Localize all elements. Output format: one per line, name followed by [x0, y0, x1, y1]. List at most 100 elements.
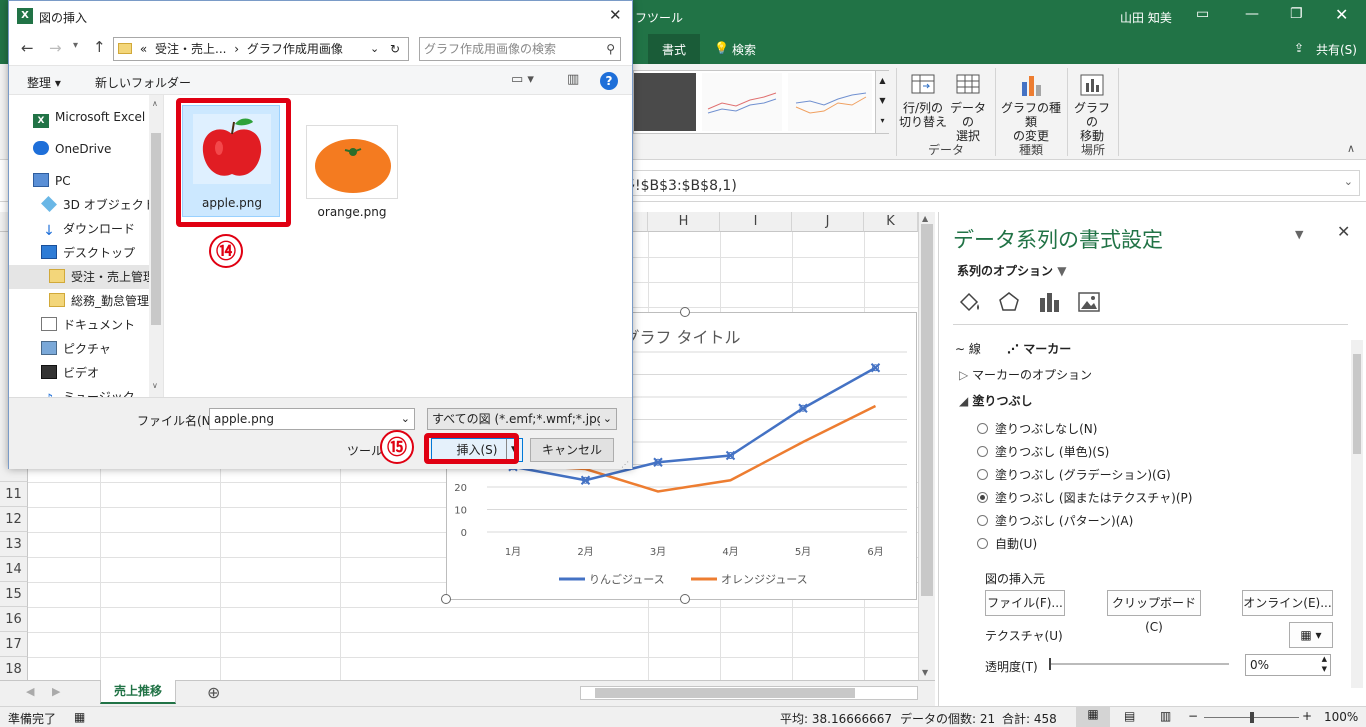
tree-item[interactable]: 3D オブジェクト	[9, 193, 155, 217]
row-header-14[interactable]: 14	[0, 557, 28, 582]
scroll-up-arrow[interactable]: ▲	[922, 214, 928, 223]
pane-close-icon[interactable]: ✕	[1337, 222, 1350, 241]
fill-option-radio[interactable]: 塗りつぶし (パターン)(A)	[977, 512, 1133, 529]
path-segment-2[interactable]: グラフ作成用画像	[247, 42, 343, 56]
fill-option-radio[interactable]: 塗りつぶしなし(N)	[977, 420, 1097, 437]
vertical-scrollbar[interactable]: ▲ ▼	[918, 212, 935, 684]
dialog-search-input[interactable]: グラフ作成用画像の検索 ⚲	[419, 37, 621, 61]
up-arrow-icon[interactable]: ↑	[93, 38, 106, 56]
filetype-select[interactable]: すべての図 (*.emf;*.wmf;*.jpg;*.jp ⌄	[427, 408, 617, 430]
macro-record-icon[interactable]: ▦	[74, 710, 85, 724]
next-sheet-icon[interactable]: ▶	[52, 685, 60, 698]
tree-item[interactable]: ドキュメント	[9, 313, 155, 337]
fill-option-radio[interactable]: 塗りつぶし (図またはテクスチャ)(P)	[977, 489, 1192, 506]
column-header-k[interactable]: K	[864, 212, 918, 232]
tree-scroll-up[interactable]: ∧	[152, 99, 158, 108]
pane-scrollbar[interactable]	[1351, 340, 1363, 688]
fill-option-radio[interactable]: 自動(U)	[977, 535, 1037, 552]
move-chart-button[interactable]: グラフの 移動	[1070, 72, 1114, 143]
column-header-i[interactable]: I	[720, 212, 792, 232]
status-count[interactable]: データの個数: 21	[900, 710, 995, 727]
ribbon-display-icon[interactable]: ▭	[1196, 6, 1209, 22]
spinner-icon[interactable]: ▲ ▼	[1322, 655, 1327, 674]
collapse-ribbon-icon[interactable]: ∧	[1347, 142, 1355, 155]
zoom-in-icon[interactable]: +	[1302, 709, 1312, 723]
new-folder-button[interactable]: 新しいフォルダー	[95, 74, 191, 91]
transparency-input[interactable]: 0% ▲ ▼	[1245, 654, 1331, 676]
filetype-dropdown-icon[interactable]: ⌄	[603, 409, 612, 429]
row-header-11[interactable]: 11	[0, 482, 28, 507]
radio-icon[interactable]	[977, 469, 988, 480]
help-icon[interactable]: ?	[600, 72, 618, 90]
row-header-17[interactable]: 17	[0, 632, 28, 657]
path-segment-1[interactable]: 受注・売上...	[155, 42, 226, 56]
fill-section[interactable]: ◢ 塗りつぶし	[959, 392, 1033, 409]
tree-scroll-thumb[interactable]	[151, 133, 161, 325]
zoom-slider[interactable]	[1204, 712, 1299, 723]
filename-dropdown-icon[interactable]: ⌄	[401, 409, 410, 429]
chart-style-line-2[interactable]	[788, 73, 872, 131]
chart-resize-handle-bottom-left[interactable]	[441, 594, 451, 604]
pane-options-icon[interactable]: ▼	[1295, 228, 1303, 241]
zoom-thumb[interactable]	[1250, 712, 1254, 723]
tree-scrollbar[interactable]: ∧ ∨	[149, 95, 163, 397]
tree-item[interactable]: ビデオ	[9, 361, 155, 385]
radio-icon[interactable]	[977, 423, 988, 434]
chart-resize-handle-top[interactable]	[680, 307, 690, 317]
address-bar[interactable]: « 受注・売上... › グラフ作成用画像 ⌄ ↻	[113, 37, 409, 61]
view-options-icon[interactable]: ▭ ▾	[511, 72, 534, 87]
series-options-tab[interactable]	[1037, 290, 1061, 317]
chart-style-line[interactable]	[702, 73, 782, 131]
path-overflow[interactable]: «	[140, 42, 147, 56]
scroll-thumb[interactable]	[921, 224, 933, 596]
back-arrow-icon[interactable]: ←	[21, 39, 34, 57]
fill-option-radio[interactable]: 塗りつぶし (単色)(S)	[977, 443, 1109, 460]
select-data-button[interactable]: データの 選択	[946, 72, 990, 143]
tree-item[interactable]: OneDrive	[9, 137, 155, 161]
h-scroll-thumb[interactable]	[595, 688, 855, 698]
chart-resize-handle-bottom[interactable]	[680, 594, 690, 604]
page-break-icon[interactable]: ▥	[1160, 709, 1171, 723]
online-button[interactable]: オンライン(E)...	[1242, 590, 1333, 616]
switch-row-column-button[interactable]: 行/列の 切り替え	[899, 72, 947, 129]
user-name[interactable]: 山田 知美	[1120, 9, 1172, 26]
row-header-18[interactable]: 18	[0, 657, 28, 682]
horizontal-scrollbar[interactable]	[580, 686, 918, 700]
file-item-orange[interactable]	[306, 125, 398, 199]
radio-icon[interactable]	[977, 538, 988, 549]
normal-view-icon[interactable]: ▦	[1076, 707, 1110, 727]
forward-arrow-icon[interactable]: →	[49, 39, 62, 57]
clipboard-button[interactable]: クリップボード(C)	[1107, 590, 1201, 634]
tree-item[interactable]: X Microsoft Excel	[9, 105, 155, 129]
row-header-12[interactable]: 12	[0, 507, 28, 532]
row-header-15[interactable]: 15	[0, 582, 28, 607]
page-layout-icon[interactable]: ▤	[1124, 709, 1135, 723]
column-header-j[interactable]: J	[792, 212, 864, 232]
resize-grip-icon[interactable]: ⋰	[621, 460, 629, 469]
add-sheet-icon[interactable]: ⊕	[207, 683, 220, 702]
series-options-dropdown[interactable]: 系列のオプション ▼	[957, 262, 1066, 279]
zoom-out-icon[interactable]: −	[1188, 709, 1198, 723]
status-average[interactable]: 平均: 38.16666667	[780, 710, 892, 727]
line-tab-button[interactable]: ∼ 線	[955, 340, 981, 357]
texture-picker[interactable]: ▦ ▾	[1289, 622, 1333, 648]
tree-item[interactable]: 総務_勤怠管理	[9, 289, 155, 313]
tree-item[interactable]: デスクトップ	[9, 241, 155, 265]
marker-options-section[interactable]: ▷ マーカーのオプション	[959, 366, 1092, 383]
fill-option-radio[interactable]: 塗りつぶし (グラデーション)(G)	[977, 466, 1171, 483]
radio-icon[interactable]	[977, 492, 988, 503]
row-header-13[interactable]: 13	[0, 532, 28, 557]
change-chart-type-button[interactable]: グラフの種類 の変更	[997, 72, 1065, 143]
gallery-scroll[interactable]: ▲ ▼ ▾	[875, 71, 889, 133]
radio-icon[interactable]	[977, 446, 988, 457]
sheet-tab-active[interactable]: 売上推移	[100, 680, 176, 704]
transparency-slider[interactable]	[1049, 658, 1229, 670]
refresh-icon[interactable]: ↻	[390, 38, 400, 60]
radio-icon[interactable]	[977, 515, 988, 526]
tree-scroll-down[interactable]: ∨	[152, 381, 158, 390]
tree-item[interactable]: PC	[9, 169, 155, 193]
picture-tab[interactable]	[1077, 290, 1101, 317]
close-window-icon[interactable]: ✕	[1335, 5, 1348, 24]
row-header-16[interactable]: 16	[0, 607, 28, 632]
zoom-level[interactable]: 100%	[1324, 710, 1358, 724]
